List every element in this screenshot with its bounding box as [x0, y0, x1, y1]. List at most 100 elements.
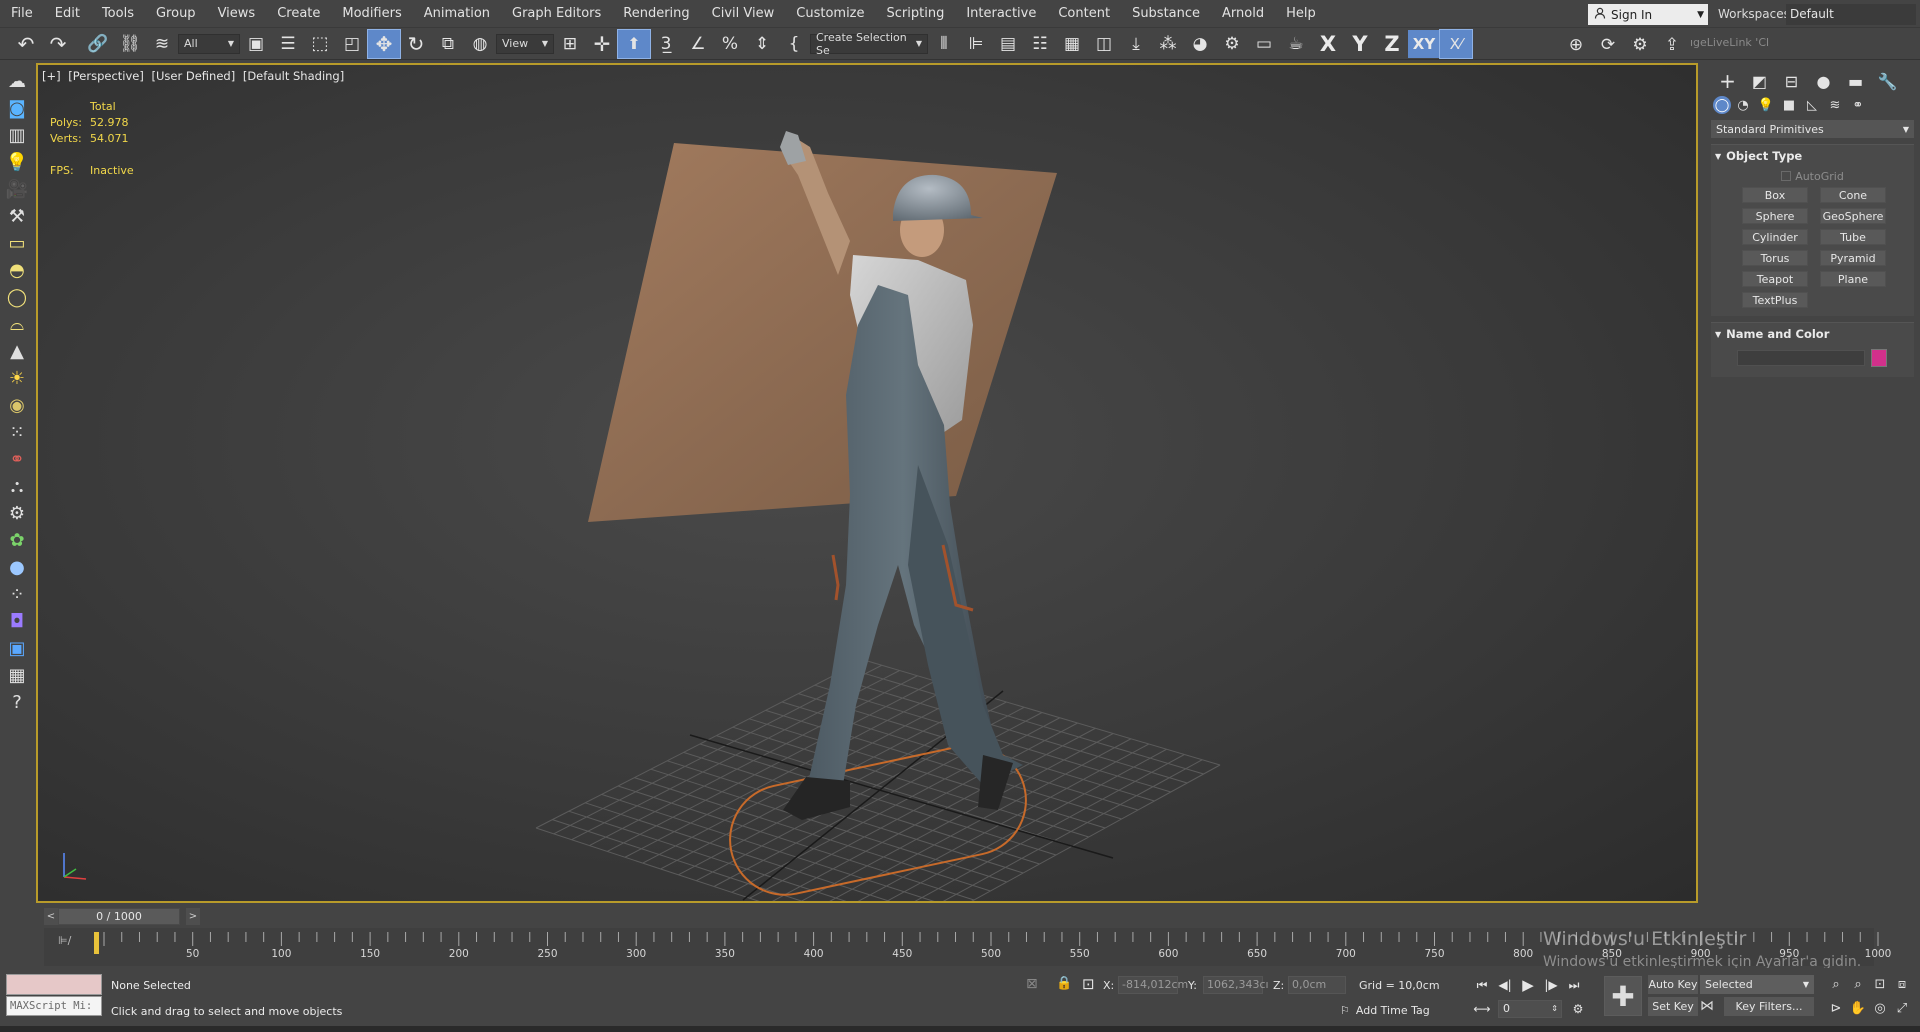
lights-subtab-icon[interactable]: 💡	[1755, 95, 1777, 115]
viewport-label[interactable]: [+] [Perspective] [User Defined] [Defaul…	[42, 69, 348, 83]
select-object-icon[interactable]: ▣	[240, 30, 272, 58]
foliage-icon[interactable]: ✿	[4, 527, 30, 554]
rect-selection-icon[interactable]: ⬚	[304, 30, 336, 58]
hierarchy-tab-icon[interactable]: ⊟	[1779, 70, 1804, 92]
z-coordinate-input[interactable]: 0,0cm	[1288, 976, 1346, 994]
primitive-sphere-button[interactable]: Sphere	[1742, 208, 1808, 224]
constrain-plane-cycle-icon[interactable]: X⁄	[1439, 28, 1473, 59]
constrain-x-button[interactable]: X	[1312, 30, 1344, 58]
curve-editor-icon[interactable]: ◫	[1088, 30, 1120, 58]
absolute-mode-icon[interactable]: ⊡	[1082, 975, 1095, 993]
select-scale-icon[interactable]: ⧉	[432, 30, 464, 58]
palette-icon[interactable]: ⁘	[4, 581, 30, 608]
snaps-toggle-icon[interactable]: 3̲	[650, 30, 682, 58]
menu-modifiers[interactable]: Modifiers	[331, 0, 412, 28]
systems-subtab-icon[interactable]: ⚭	[1847, 95, 1869, 115]
sun-icon[interactable]: ☀	[4, 365, 30, 392]
menu-animation[interactable]: Animation	[413, 0, 501, 28]
utilities-tab-icon[interactable]: 🔧	[1875, 70, 1900, 92]
add-time-tag-button[interactable]: ⚐ Add Time Tag	[1340, 1004, 1430, 1017]
spacewarps-subtab-icon[interactable]: ≋	[1824, 95, 1846, 115]
rendered-frame-window-icon[interactable]: ▭	[1248, 30, 1280, 58]
viewport-shading-mode[interactable]: [Default Shading]	[243, 69, 344, 83]
primitive-textplus-button[interactable]: TextPlus	[1742, 292, 1808, 308]
livelink-connect-icon[interactable]: ⊕	[1560, 31, 1592, 59]
object-color-swatch[interactable]	[1871, 349, 1887, 367]
material-editor-icon[interactable]: ◕	[1184, 30, 1216, 58]
key-mode-toggle-icon[interactable]: ⟷	[1472, 1000, 1492, 1018]
selection-lock-icon[interactable]: 🔒	[1056, 976, 1072, 991]
window-crossing-icon[interactable]: ◰	[336, 30, 368, 58]
menu-substance[interactable]: Substance	[1121, 0, 1211, 28]
menu-interactive[interactable]: Interactive	[955, 0, 1047, 28]
primitive-box-button[interactable]: Box	[1742, 187, 1808, 203]
render-production-icon[interactable]: ☕	[1280, 30, 1312, 58]
viewport-user-defined[interactable]: [User Defined]	[152, 69, 236, 83]
scene-explorer-icon[interactable]: ▤	[992, 30, 1024, 58]
select-move-icon[interactable]: ✥	[367, 28, 401, 59]
geometry-subtab-icon[interactable]: ◯	[1713, 96, 1731, 114]
key-filter-icon[interactable]: ⋈	[1700, 998, 1714, 1014]
time-slider-next-button[interactable]: >	[186, 908, 200, 925]
sky-icon[interactable]: ◉	[4, 392, 30, 419]
menu-create[interactable]: Create	[266, 0, 331, 28]
named-selection-dropdown[interactable]: Create Selection Se ▼	[810, 31, 928, 57]
schematic-view-icon[interactable]: ⁂	[1152, 30, 1184, 58]
viewport-dome-icon[interactable]: ◓	[4, 257, 30, 284]
create-lights-icon[interactable]: 💡	[4, 149, 30, 176]
livelink-export-icon[interactable]: ⇪	[1656, 31, 1688, 59]
primitive-teapot-button[interactable]: Teapot	[1742, 271, 1808, 287]
render-window-icon[interactable]: ▣	[4, 635, 30, 662]
select-place-icon[interactable]: ◍	[464, 30, 496, 58]
zoom-icon[interactable]: ⌕	[1826, 975, 1846, 993]
maxscript-output[interactable]	[6, 974, 102, 995]
select-rotate-icon[interactable]: ↻	[400, 30, 432, 58]
select-manipulate-icon[interactable]: ✛	[586, 30, 618, 58]
time-slider-frame[interactable]: 0 / 1000	[58, 908, 180, 925]
dynamics-icon[interactable]: ⚭	[4, 446, 30, 473]
primitive-tube-button[interactable]: Tube	[1820, 229, 1886, 245]
next-frame-icon[interactable]: |▶	[1541, 976, 1561, 994]
menu-rendering[interactable]: Rendering	[612, 0, 700, 28]
ribbon-toggle-icon[interactable]: ▦	[1056, 30, 1088, 58]
viewport-cone-icon[interactable]: ▲	[4, 338, 30, 365]
viewport-box-icon[interactable]: ▭	[4, 230, 30, 257]
create-helpers-icon[interactable]: ⚒	[4, 203, 30, 230]
render-setup-icon[interactable]: ⚙	[1216, 30, 1248, 58]
orbit-icon[interactable]: ◎	[1870, 999, 1890, 1017]
key-filters-button[interactable]: Key Filters...	[1724, 997, 1814, 1016]
menu-civil-view[interactable]: Civil View	[701, 0, 786, 28]
menu-graph-editors[interactable]: Graph Editors	[501, 0, 612, 28]
previous-frame-icon[interactable]: ◀|	[1495, 976, 1515, 994]
constrain-xy-button[interactable]: XY	[1408, 29, 1440, 58]
time-slider-prev-button[interactable]: <	[44, 908, 58, 925]
substance-icon[interactable]: ◘	[4, 608, 30, 635]
motion-tab-icon[interactable]: ●	[1811, 70, 1836, 92]
maxscript-listener-input[interactable]: MAXScript Mi:	[6, 996, 102, 1016]
scripts-icon[interactable]: ▦	[4, 662, 30, 689]
y-coordinate-input[interactable]: 1062,343cı	[1203, 976, 1269, 994]
time-configuration-icon[interactable]: ⚙	[1568, 1000, 1588, 1018]
viewport-menu-plus[interactable]: [+]	[42, 69, 61, 83]
create-shapes-icon[interactable]: ◙	[4, 95, 30, 122]
edit-named-selection-icon[interactable]: {	[778, 30, 810, 58]
cameras-subtab-icon[interactable]: ■	[1778, 95, 1800, 115]
key-mode-dropdown[interactable]: Selected ▼	[1700, 975, 1814, 994]
zoom-extents-icon[interactable]: ⊡	[1870, 975, 1890, 993]
angle-snap-icon[interactable]: ∠	[682, 30, 714, 58]
auto-key-button[interactable]: Auto Key	[1648, 975, 1698, 994]
track-bar-icon[interactable]: ⊫∕	[58, 934, 71, 947]
primitive-pyramid-button[interactable]: Pyramid	[1820, 250, 1886, 266]
livelink-sync-icon[interactable]: ⟳	[1592, 31, 1624, 59]
current-frame-marker[interactable]	[94, 932, 99, 954]
menu-customize[interactable]: Customize	[785, 0, 875, 28]
align-icon[interactable]: ⊫	[960, 30, 992, 58]
selection-filter-dropdown[interactable]: All ▼	[178, 33, 240, 54]
help-icon[interactable]: ?	[4, 689, 30, 716]
primitive-plane-button[interactable]: Plane	[1820, 271, 1886, 287]
current-frame-input[interactable]: 0 ⇕	[1498, 1000, 1562, 1018]
primitive-category-dropdown[interactable]: Standard Primitives ▼	[1711, 120, 1914, 138]
reference-coordinate-dropdown[interactable]: View ▼	[496, 33, 554, 54]
menu-group[interactable]: Group	[145, 0, 207, 28]
redo-icon[interactable]: ↷	[42, 30, 74, 58]
